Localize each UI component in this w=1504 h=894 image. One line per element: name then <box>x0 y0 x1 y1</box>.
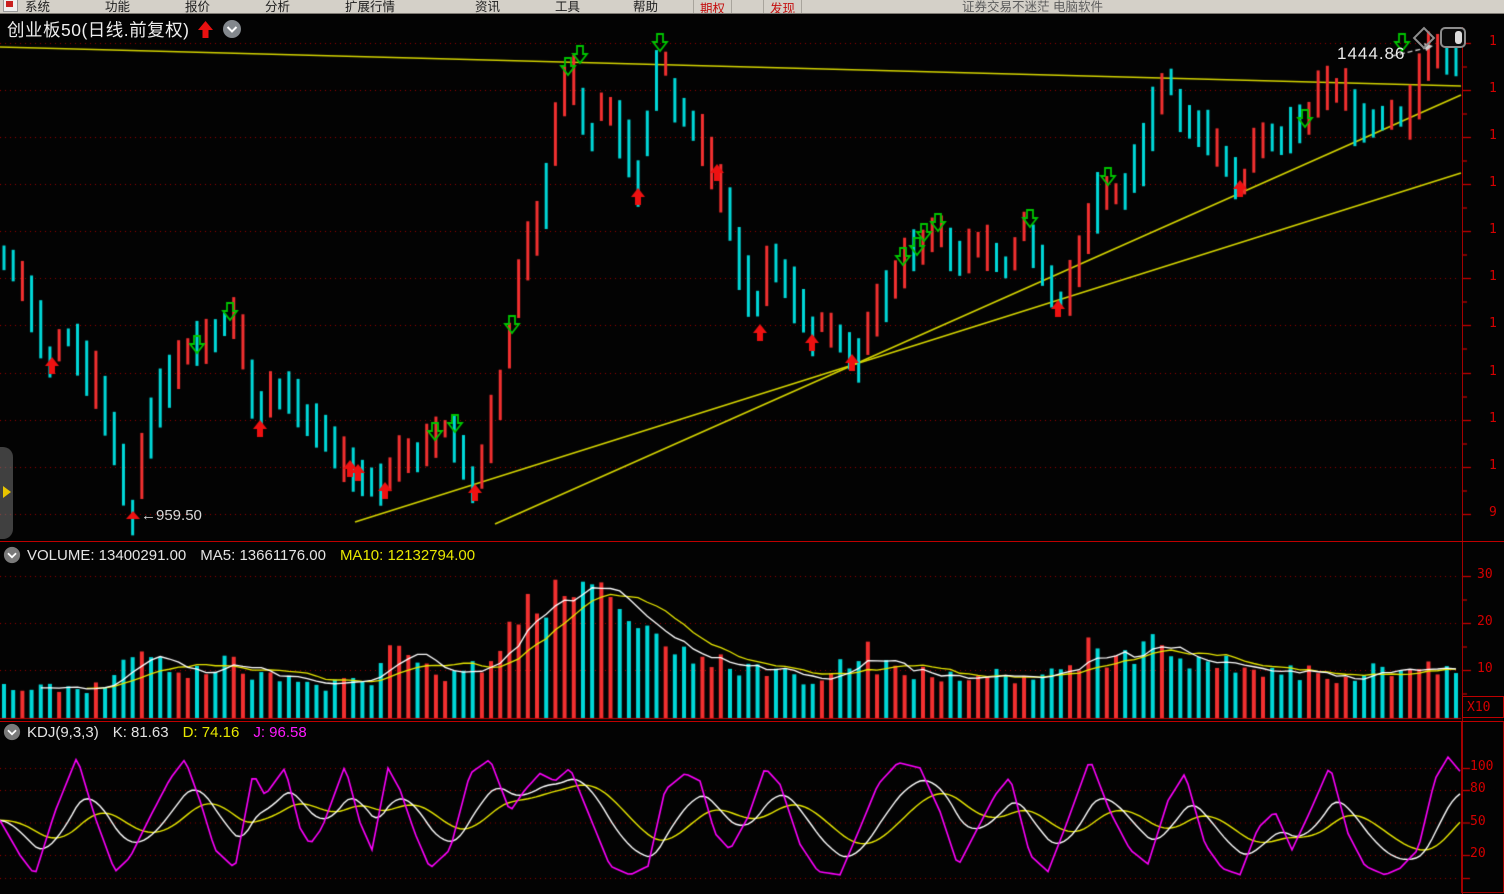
menu-item-red-1[interactable]: 发现 <box>763 0 802 14</box>
price-tick-label-6: 1 <box>1489 316 1497 331</box>
volume-panel-header: VOLUME: 13400291.00 MA5: 13661176.00 MA1… <box>0 541 1504 568</box>
kdj-tick-label-1: 80 <box>1470 781 1486 796</box>
chart-title: 创业板50(日线.前复权) <box>7 17 189 42</box>
volume-value-label: VOLUME: 13400291.00 <box>27 547 186 564</box>
menu-item-7[interactable]: 帮助 <box>633 0 658 14</box>
price-tick-label-3: 1 <box>1489 175 1497 190</box>
kdj-panel-header: KDJ(9,3,3) K: 81.63 D: 74.16 J: 96.58 <box>0 721 1504 742</box>
menu-item-6[interactable]: 工具 <box>555 0 580 14</box>
volume-ma10-label: MA10: 12132794.00 <box>340 547 475 564</box>
volume-tick-label-1: 20 <box>1477 614 1493 629</box>
price-tick-label-9: 1 <box>1489 458 1497 473</box>
price-low-label: ←959.50 <box>141 507 202 524</box>
volume-collapse-icon[interactable] <box>3 546 21 564</box>
kdj-tick-label-3: 20 <box>1470 846 1486 861</box>
chart-title-bar: 创业板50(日线.前复权) <box>7 16 242 42</box>
layout-bar-glyph <box>1455 31 1462 44</box>
sidebar-toggle-handle[interactable] <box>0 447 13 539</box>
price-tick-label-1: 1 <box>1489 81 1497 96</box>
expand-arrow-icon <box>3 486 11 498</box>
kdj-j-label: J: 96.58 <box>253 724 306 741</box>
price-tick-label-8: 1 <box>1489 411 1497 426</box>
price-tick-label-4: 1 <box>1489 222 1497 237</box>
menu-item-0[interactable]: 系统 <box>25 0 50 14</box>
price-tick-label-7: 1 <box>1489 364 1497 379</box>
collapse-chevron-icon[interactable] <box>222 19 242 39</box>
tdx-app-window: 证券交易不迷茫 电脑软件 系统 功能 报价 分析 扩展行情 资讯 工具 帮助 期权 发现 创业板5… <box>0 0 1504 894</box>
price-tick-label-0: 1 <box>1489 34 1497 49</box>
price-high-label: 1444.86 <box>1337 44 1405 64</box>
kdj-tick-label-0: 100 <box>1470 759 1493 774</box>
menu-item-4[interactable]: 扩展行情 <box>345 0 395 14</box>
price-tick-label-10: 9 <box>1489 505 1497 520</box>
price-tick-label-5: 1 <box>1489 269 1497 284</box>
price-up-arrow-icon <box>198 21 213 38</box>
kdj-collapse-icon[interactable] <box>3 723 21 741</box>
volume-multiplier-label: X10 <box>1462 696 1504 718</box>
menu-item-2[interactable]: 报价 <box>185 0 210 14</box>
kdj-tick-label-2: 50 <box>1470 814 1486 829</box>
menu-item-red-0[interactable]: 期权 <box>693 0 732 14</box>
volume-tick-label-2: 10 <box>1477 661 1493 676</box>
menu-item-1[interactable]: 功能 <box>105 0 130 14</box>
price-tick-label-2: 1 <box>1489 128 1497 143</box>
app-icon <box>3 0 18 12</box>
kdj-name-label: KDJ(9,3,3) <box>27 724 99 741</box>
kdj-k-label: K: 81.63 <box>113 724 169 741</box>
menubar-promo-text: 证券交易不迷茫 电脑软件 <box>962 0 1103 14</box>
volume-tick-label-0: 30 <box>1477 567 1493 582</box>
menu-item-5[interactable]: 资讯 <box>475 0 500 14</box>
volume-ma5-label: MA5: 13661176.00 <box>200 547 326 564</box>
kdj-d-label: D: 74.16 <box>183 724 240 741</box>
kdj-axis-frame <box>1461 721 1504 893</box>
menu-bar: 证券交易不迷茫 电脑软件 系统 功能 报价 分析 扩展行情 资讯 工具 帮助 期权 发现 <box>0 0 1504 14</box>
chart-canvas[interactable] <box>0 0 1504 894</box>
panel-layout-icon[interactable] <box>1440 27 1466 48</box>
menu-item-3[interactable]: 分析 <box>265 0 290 14</box>
